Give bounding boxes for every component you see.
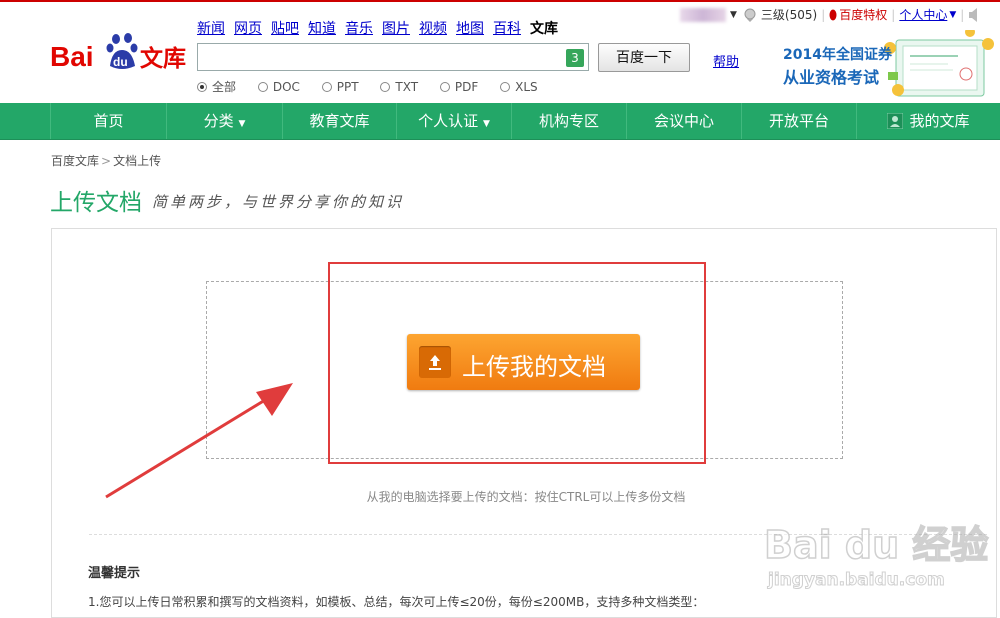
- baidu-wenku-logo[interactable]: Bai du 文库: [50, 26, 190, 74]
- breadcrumb-current: 文档上传: [113, 154, 162, 168]
- level-badge-icon: [744, 8, 756, 22]
- main-nav-institution[interactable]: 机构专区: [511, 103, 626, 139]
- type-option-txt[interactable]: TXT: [380, 80, 418, 94]
- nav-link-news[interactable]: 新闻: [197, 21, 225, 37]
- privilege-link[interactable]: 百度特权: [839, 6, 887, 23]
- chevron-down-icon[interactable]: ▼: [730, 10, 737, 20]
- user-center-link[interactable]: 个人中心: [899, 6, 947, 23]
- search-button[interactable]: 百度一下: [598, 43, 690, 72]
- main-nav-label: 我的文库: [909, 112, 970, 130]
- main-nav-label: 个人认证: [418, 112, 479, 130]
- page-subtitle: 简单两步，与世界分享你的知识: [152, 193, 405, 211]
- pointer-arrow-annotation: [105, 383, 293, 499]
- divider: |: [891, 7, 896, 22]
- user-icon: [886, 112, 904, 130]
- chevron-down-icon[interactable]: ▼: [949, 10, 956, 20]
- nav-link-video[interactable]: 视频: [419, 21, 447, 37]
- main-nav-label: 首页: [93, 112, 124, 130]
- breadcrumb: 百度文库 > 文档上传: [51, 152, 161, 169]
- main-nav-label: 机构专区: [538, 112, 599, 130]
- type-label: TXT: [395, 79, 419, 94]
- file-type-filter: 全部 DOC PPT TXT PDF XLS: [197, 78, 556, 95]
- nav-link-music[interactable]: 音乐: [345, 21, 373, 37]
- divider: |: [960, 7, 965, 22]
- radio-icon[interactable]: [257, 81, 268, 92]
- upload-hint: 从我的电脑选择要上传的文档：按住CTRL可以上传多份文档: [366, 490, 686, 504]
- type-option-all[interactable]: 全部: [197, 78, 236, 95]
- svg-text:Bai: Bai: [50, 41, 94, 72]
- user-bar: ▼ 三级(505) | 百度特权 | 个人中心 ▼ |: [680, 6, 982, 23]
- nav-link-tieba[interactable]: 贴吧: [271, 21, 299, 37]
- tips-title: 温馨提示: [88, 566, 141, 581]
- speaker-icon[interactable]: [968, 7, 982, 23]
- caret-down-icon: ▼: [238, 119, 246, 129]
- privilege-icon: [829, 9, 837, 20]
- radio-icon[interactable]: [321, 81, 332, 92]
- page-title: 上传文档: [50, 190, 142, 216]
- username-blurred[interactable]: [680, 7, 726, 22]
- type-label: XLS: [515, 79, 538, 94]
- type-label: 全部: [212, 80, 237, 94]
- type-option-xls[interactable]: XLS: [500, 80, 538, 94]
- divider: |: [821, 7, 826, 22]
- breadcrumb-home[interactable]: 百度文库: [51, 154, 99, 168]
- radio-icon[interactable]: [197, 81, 207, 92]
- svg-text:文库: 文库: [140, 45, 186, 72]
- svg-text:du: du: [113, 55, 128, 69]
- ad-line-2: 从业资格考试: [783, 68, 880, 87]
- search-input[interactable]: 3: [197, 43, 589, 71]
- ad-line-1: 2014年全国证券: [783, 47, 892, 63]
- highlight-box: [328, 262, 706, 464]
- radio-icon[interactable]: [380, 81, 391, 92]
- radio-icon[interactable]: [439, 81, 450, 92]
- top-accent-line: [0, 0, 1000, 2]
- main-nav-label: 教育文库: [309, 112, 370, 130]
- type-option-doc[interactable]: DOC: [257, 79, 300, 94]
- nav-link-zhidao[interactable]: 知道: [308, 21, 336, 37]
- main-nav-certification[interactable]: 个人认证 ▼: [396, 103, 511, 139]
- top-nav-links: 新闻 网页 贴吧 知道 音乐 图片 视频 地图 百科 文库: [197, 18, 558, 38]
- nav-link-images[interactable]: 图片: [382, 21, 410, 37]
- user-level[interactable]: 三级(505): [761, 6, 817, 23]
- exam-ad-banner[interactable]: 2014年全国证券 从业资格考试: [778, 30, 1000, 102]
- main-nav-open-platform[interactable]: 开放平台: [741, 103, 856, 139]
- main-nav-education[interactable]: 教育文库: [282, 103, 396, 139]
- nav-link-web[interactable]: 网页: [234, 21, 262, 37]
- main-nav-my-wenku[interactable]: 我的文库: [856, 103, 1000, 139]
- type-label: PDF: [454, 79, 479, 94]
- main-nav-category[interactable]: 分类 ▼: [166, 103, 282, 139]
- radio-icon[interactable]: [500, 81, 511, 92]
- nav-link-baike[interactable]: 百科: [493, 21, 521, 37]
- main-nav-label: 开放平台: [768, 112, 829, 130]
- tips-line-1: 1.您可以上传日常积累和撰写的文档资料，如模板、总结，每次可上传≤20份，每份≤…: [88, 595, 705, 609]
- baidu-jingyan-watermark: Bai du 经验 jingyan.baidu.com: [763, 508, 994, 604]
- chevron-right-icon: >: [101, 154, 112, 168]
- watermark-url: jingyan.baidu.com: [768, 570, 946, 591]
- help-link[interactable]: 帮助: [713, 51, 739, 70]
- nav-current-wenku: 文库: [530, 21, 558, 37]
- watermark-main: Bai du 经验: [763, 522, 989, 568]
- main-nav-home[interactable]: 首页: [50, 103, 166, 139]
- main-nav-conference[interactable]: 会议中心: [626, 103, 741, 139]
- main-nav-label: 分类: [203, 112, 234, 130]
- main-nav-bar: 首页 分类 ▼ 教育文库 个人认证 ▼ 机构专区 会议中心 开放平台 我的文库: [0, 103, 1000, 140]
- type-label: PPT: [336, 79, 359, 94]
- nav-link-map[interactable]: 地图: [456, 21, 484, 37]
- main-nav-label: 会议中心: [653, 112, 714, 130]
- search-suggestion-badge[interactable]: 3: [566, 49, 584, 67]
- type-option-pdf[interactable]: PDF: [439, 79, 479, 94]
- type-label: DOC: [272, 79, 300, 94]
- caret-down-icon: ▼: [482, 119, 490, 129]
- type-option-ppt[interactable]: PPT: [321, 79, 359, 94]
